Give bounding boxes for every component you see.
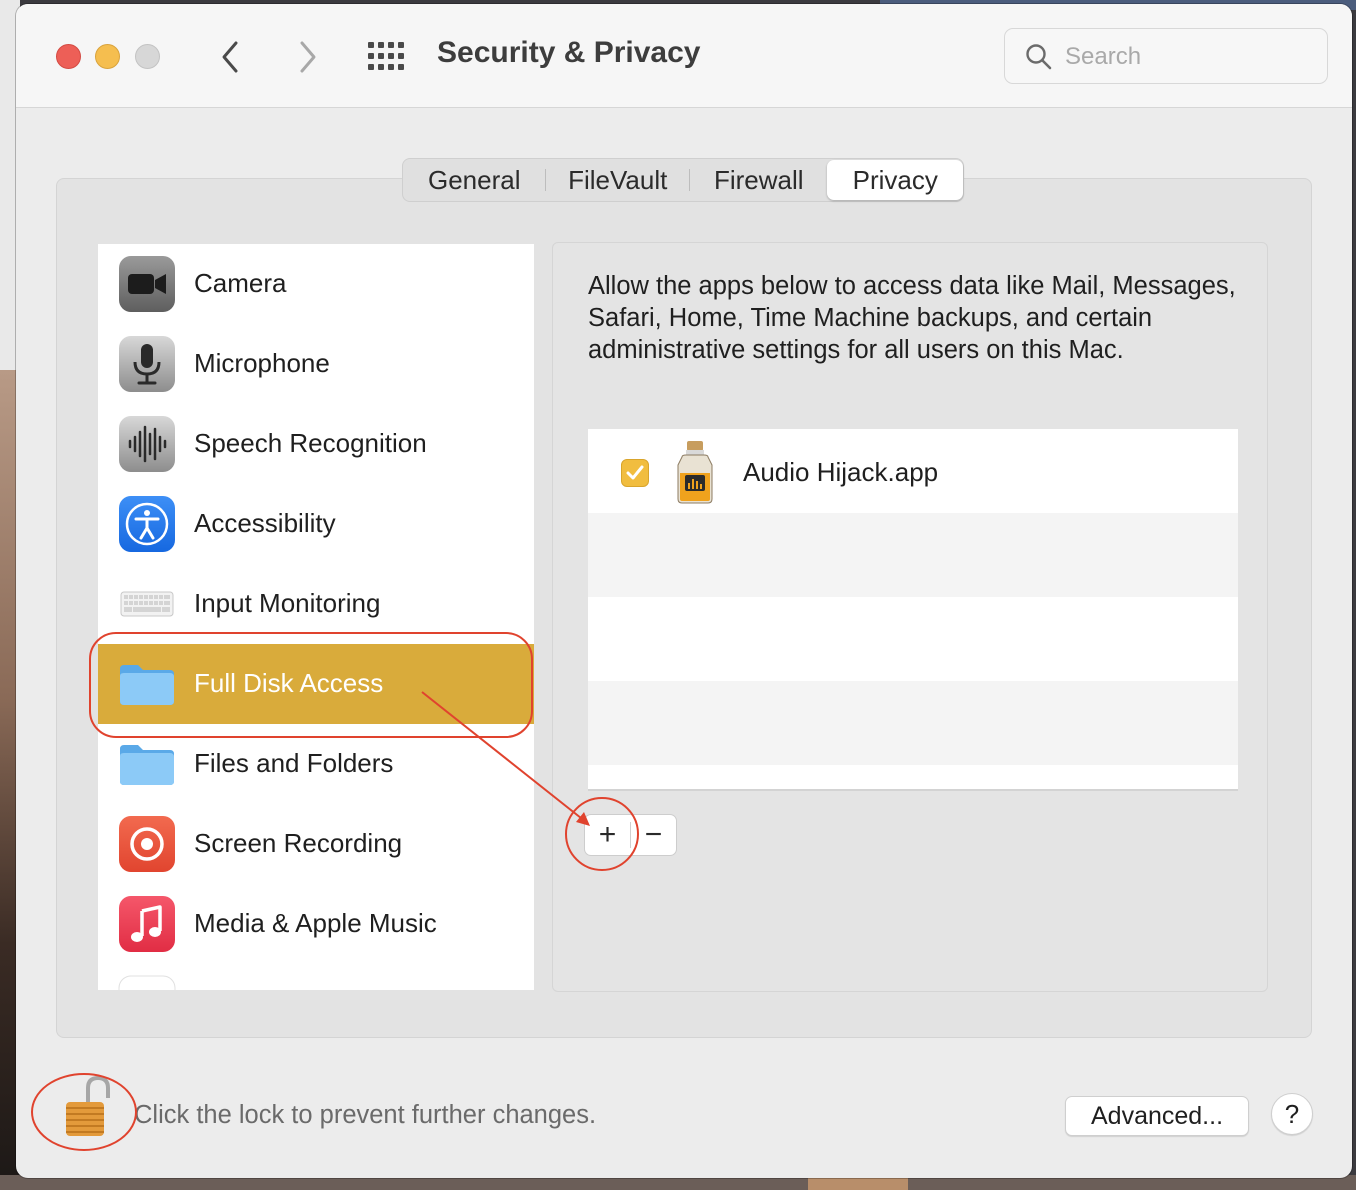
sidebar-item-label: Input Monitoring: [194, 588, 381, 618]
advanced-button[interactable]: Advanced...: [1065, 1096, 1249, 1136]
microphone-icon: [119, 336, 175, 392]
minimize-button[interactable]: [95, 44, 120, 69]
open-padlock-icon[interactable]: [62, 1074, 118, 1138]
accessibility-icon: [119, 496, 175, 552]
sidebar-item-camera[interactable]: Camera: [98, 244, 534, 324]
sidebar-item-label: Screen Recording: [194, 828, 403, 858]
privacy-category-list[interactable]: Camera Microphone Speech Recognition Acc…: [98, 244, 534, 990]
lock-status-text: Click the lock to prevent further change…: [134, 1101, 597, 1129]
tab-bar: General FileVault Firewall Privacy: [402, 158, 964, 202]
sidebar-item-microphone[interactable]: Microphone: [98, 324, 534, 404]
screen-recording-icon: [119, 816, 175, 872]
sidebar-item-accessibility[interactable]: Accessibility: [98, 484, 534, 564]
help-button[interactable]: ?: [1271, 1093, 1313, 1135]
tab-label: Privacy: [852, 164, 938, 195]
window-title: Security & Privacy: [437, 36, 701, 69]
sidebar-item-label: Full Disk Access: [194, 668, 384, 698]
sidebar-item-full-disk-access[interactable]: Full Disk Access: [98, 644, 534, 724]
chevron-right-icon: [300, 41, 316, 73]
tab-firewall[interactable]: Firewall: [690, 160, 828, 200]
search-field[interactable]: [1004, 28, 1328, 84]
close-button[interactable]: [56, 44, 81, 69]
sidebar-item-input-monitoring[interactable]: Input Monitoring: [98, 564, 534, 644]
list-item[interactable]: Audio Hijack.app: [588, 429, 1238, 513]
show-all-button[interactable]: [368, 42, 406, 72]
forward-button[interactable]: [292, 37, 322, 77]
sidebar-item-label: Files and Folders: [194, 748, 394, 778]
tab-general[interactable]: General: [403, 160, 545, 200]
show-all-grid-icon: [368, 42, 404, 70]
app-list[interactable]: Audio Hijack.app: [588, 429, 1238, 791]
folder-icon: [120, 745, 174, 785]
home-icon: [118, 975, 176, 990]
tab-privacy[interactable]: Privacy: [827, 160, 963, 200]
sidebar-item-media-apple-music[interactable]: Media & Apple Music: [98, 884, 534, 964]
waveform-icon: [119, 416, 175, 472]
table-row: [588, 681, 1238, 765]
sidebar-item-label: Microphone: [194, 348, 330, 378]
tab-filevault[interactable]: FileVault: [546, 160, 688, 200]
back-button[interactable]: [216, 37, 246, 77]
checkmark-icon: [626, 465, 644, 480]
add-remove-controls: + −: [584, 814, 677, 856]
keyboard-icon: [120, 591, 174, 617]
audio-hijack-jar-icon: [677, 441, 713, 504]
access-description: Allow the apps below to access data like…: [588, 272, 1236, 364]
sidebar-item-screen-recording[interactable]: Screen Recording: [98, 804, 534, 884]
sidebar-item-files-and-folders[interactable]: Files and Folders: [98, 724, 534, 804]
sidebar-item-label: Accessibility: [194, 508, 336, 538]
table-row: [588, 597, 1238, 681]
tab-label: General: [427, 164, 521, 195]
tab-label: FileVault: [568, 164, 668, 195]
sidebar-item-speech-recognition[interactable]: Speech Recognition: [98, 404, 534, 484]
sidebar-item-label: Speech Recognition: [194, 428, 427, 458]
camera-icon: [119, 256, 175, 312]
add-app-button[interactable]: +: [585, 815, 630, 855]
chevron-left-icon: [222, 41, 238, 73]
music-note-icon: [119, 896, 175, 952]
zoom-button[interactable]: [135, 44, 160, 69]
search-icon: [1026, 44, 1052, 70]
sidebar-item-label: Camera: [194, 268, 287, 298]
search-input[interactable]: [1065, 39, 1315, 75]
app-enabled-checkbox[interactable]: [621, 459, 649, 487]
app-name: Audio Hijack.app: [743, 457, 939, 487]
folder-icon: [120, 665, 174, 705]
table-row: [588, 513, 1238, 597]
sidebar-item-partial[interactable]: [98, 964, 534, 990]
remove-app-button[interactable]: −: [631, 815, 676, 855]
title-bar: Security & Privacy: [16, 4, 1352, 108]
sidebar-item-label: Media & Apple Music: [194, 908, 437, 938]
tab-label: Firewall: [713, 164, 804, 195]
